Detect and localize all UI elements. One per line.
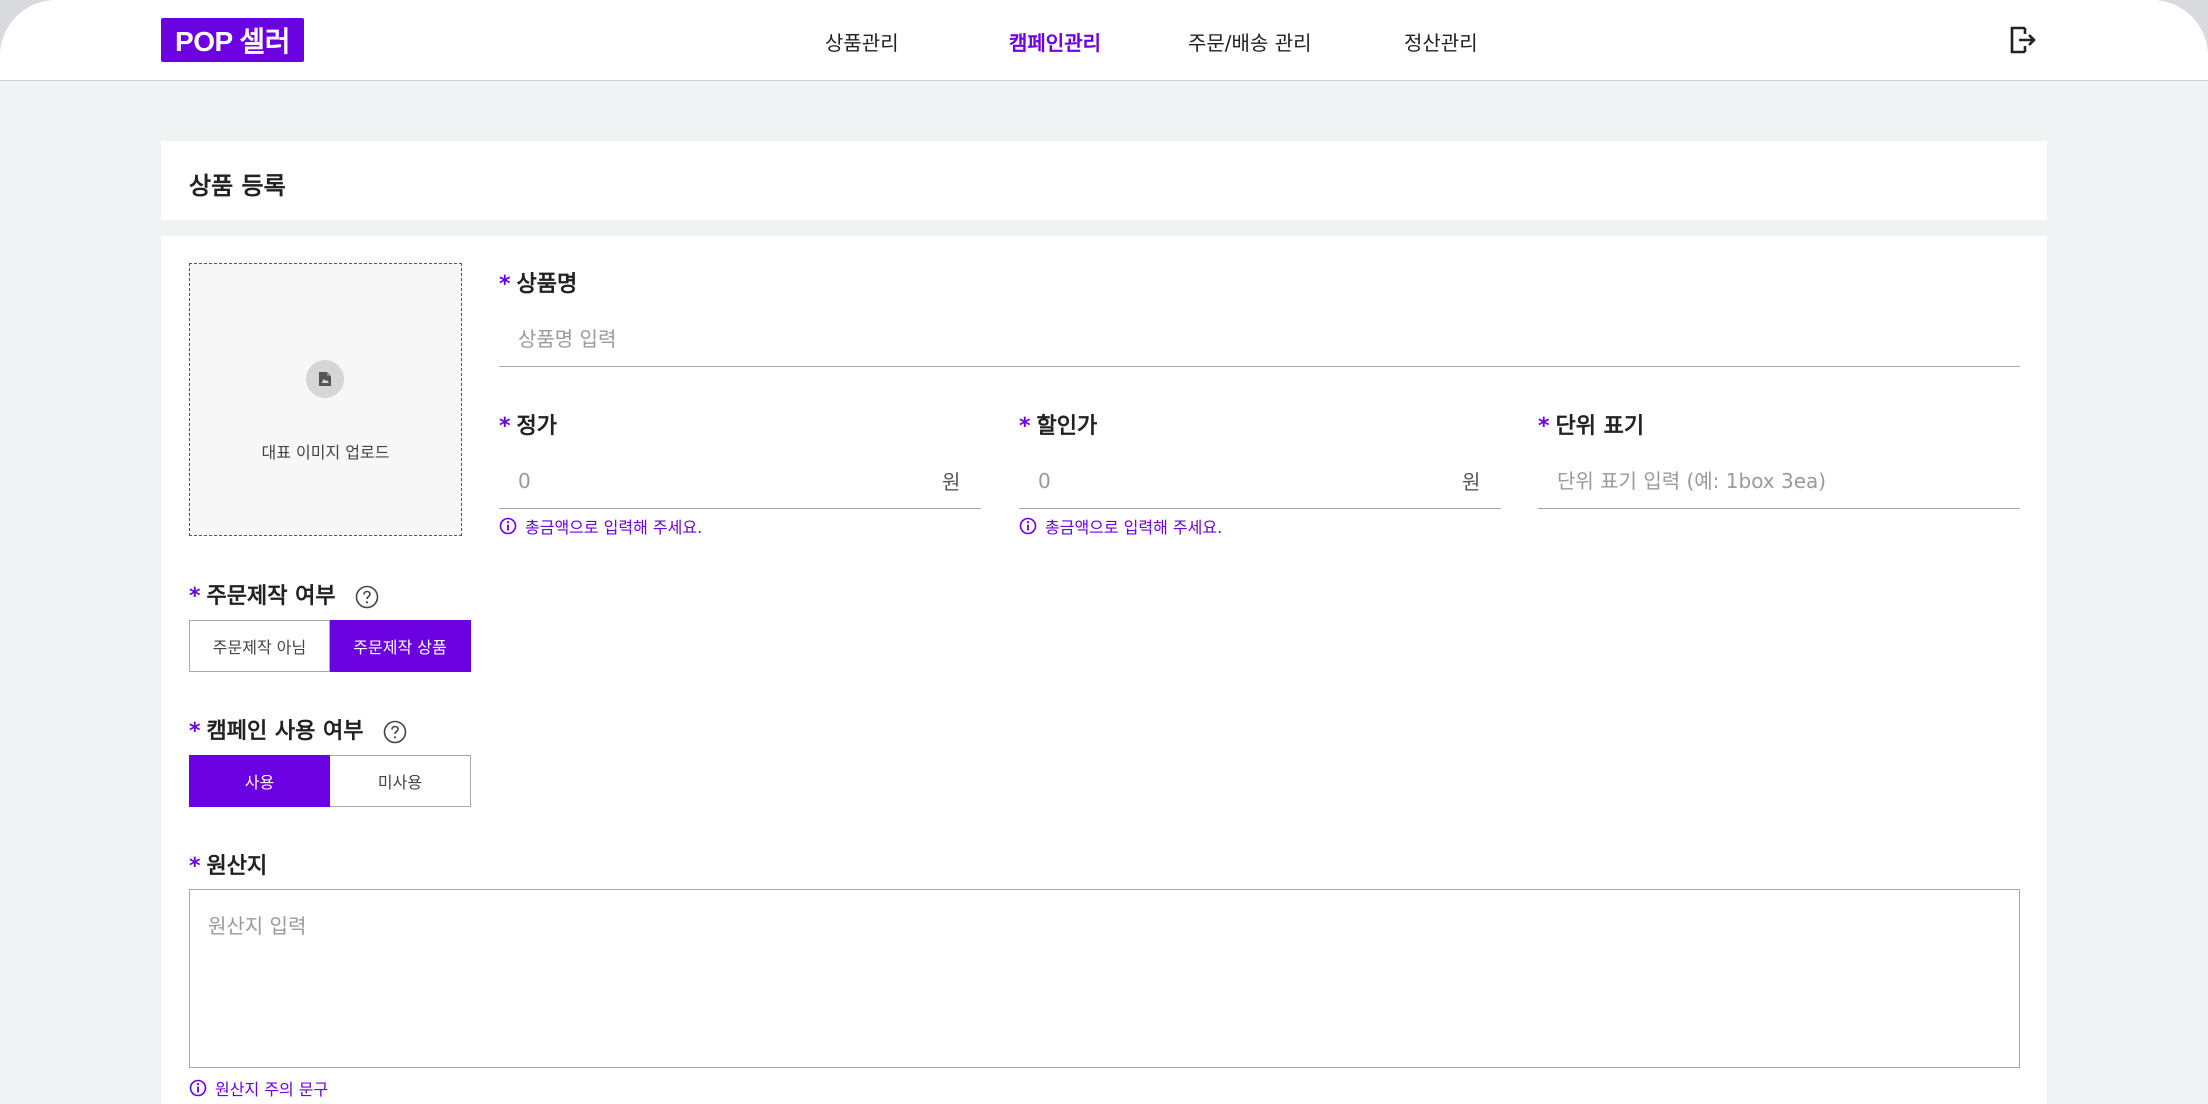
list-price-input[interactable] xyxy=(499,454,981,509)
sale-price-helper: 총금액으로 입력해 주세요. xyxy=(1019,514,1222,538)
list-price-unit: 원 xyxy=(942,470,961,494)
sale-price-input[interactable] xyxy=(1019,454,1501,509)
info-icon xyxy=(1019,517,1037,535)
app-frame: POP 셀러 상품관리 캠페인관리 주문/배송 관리 정산관리 상품 등록 대표… xyxy=(0,0,2208,1104)
help-icon[interactable] xyxy=(355,585,379,609)
custom-made-option-no[interactable]: 주문제작 아님 xyxy=(189,620,330,672)
list-price-helper: 총금액으로 입력해 주세요. xyxy=(499,514,702,538)
required-mark: * xyxy=(1019,414,1031,439)
origin-textarea[interactable] xyxy=(189,889,2020,1068)
campaign-use-toggle: 사용 미사용 xyxy=(189,755,471,807)
list-price-label: * 정가 xyxy=(499,408,557,440)
list-price-helper-text: 총금액으로 입력해 주세요. xyxy=(525,518,703,537)
nav-item-product-management[interactable]: 상품관리 xyxy=(825,27,899,56)
page-title: 상품 등록 xyxy=(189,172,286,200)
required-mark: * xyxy=(189,854,201,879)
info-icon xyxy=(499,517,517,535)
product-form: 대표 이미지 업로드 *상품명 *정가 원 총금액으로 입력해 주세요. *할인… xyxy=(161,236,2047,1104)
image-upload-label: 대표 이미지 업로드 xyxy=(261,443,390,462)
unit-display-input[interactable] xyxy=(1538,454,2020,509)
required-mark: * xyxy=(499,272,511,297)
nav-item-settlement[interactable]: 정산관리 xyxy=(1404,27,1478,56)
sale-price-helper-text: 총금액으로 입력해 주세요. xyxy=(1045,518,1223,537)
origin-label: * 원산지 xyxy=(189,848,267,880)
image-upload-box[interactable]: 대표 이미지 업로드 xyxy=(189,263,462,536)
top-header: POP 셀러 상품관리 캠페인관리 주문/배송 관리 정산관리 xyxy=(0,0,2208,81)
sale-price-unit: 원 xyxy=(1462,470,1481,494)
image-upload-icon xyxy=(306,360,344,398)
product-name-label-text: 상품명 xyxy=(516,272,578,297)
required-mark: * xyxy=(189,719,201,744)
help-icon[interactable] xyxy=(383,720,407,744)
unit-display-label-text: 단위 표기 xyxy=(1555,414,1645,439)
origin-helper-text: 원산지 주의 문구 xyxy=(215,1080,329,1099)
custom-made-label-text: 주문제작 여부 xyxy=(206,584,336,609)
brand-logo[interactable]: POP 셀러 xyxy=(161,18,304,62)
list-price-label-text: 정가 xyxy=(516,414,557,439)
custom-made-label: * 주문제작 여부 xyxy=(189,578,379,610)
campaign-use-option-yes[interactable]: 사용 xyxy=(189,755,330,807)
info-icon xyxy=(189,1079,207,1097)
required-mark: * xyxy=(1538,414,1550,439)
required-mark: * xyxy=(499,414,511,439)
page-title-card: 상품 등록 xyxy=(161,141,2047,220)
campaign-use-label: * 캠페인 사용 여부 xyxy=(189,713,407,745)
custom-made-option-yes[interactable]: 주문제작 상품 xyxy=(330,620,471,672)
nav-item-order-shipping[interactable]: 주문/배송 관리 xyxy=(1188,27,1312,56)
nav-item-campaign-management[interactable]: 캠페인관리 xyxy=(1009,27,1101,56)
unit-display-label: * 단위 표기 xyxy=(1538,408,1644,440)
sale-price-label-text: 할인가 xyxy=(1036,414,1098,439)
campaign-use-option-no[interactable]: 미사용 xyxy=(330,755,471,807)
logout-icon[interactable] xyxy=(2008,24,2038,56)
origin-label-text: 원산지 xyxy=(206,854,268,879)
origin-helper: 원산지 주의 문구 xyxy=(189,1076,328,1100)
sale-price-label: * 할인가 xyxy=(1019,408,1097,440)
required-mark: * xyxy=(189,584,201,609)
campaign-use-label-text: 캠페인 사용 여부 xyxy=(206,719,364,744)
custom-made-toggle: 주문제작 아님 주문제작 상품 xyxy=(189,620,471,672)
product-name-label: * 상품명 xyxy=(499,266,577,298)
product-name-input[interactable] xyxy=(499,312,2020,367)
